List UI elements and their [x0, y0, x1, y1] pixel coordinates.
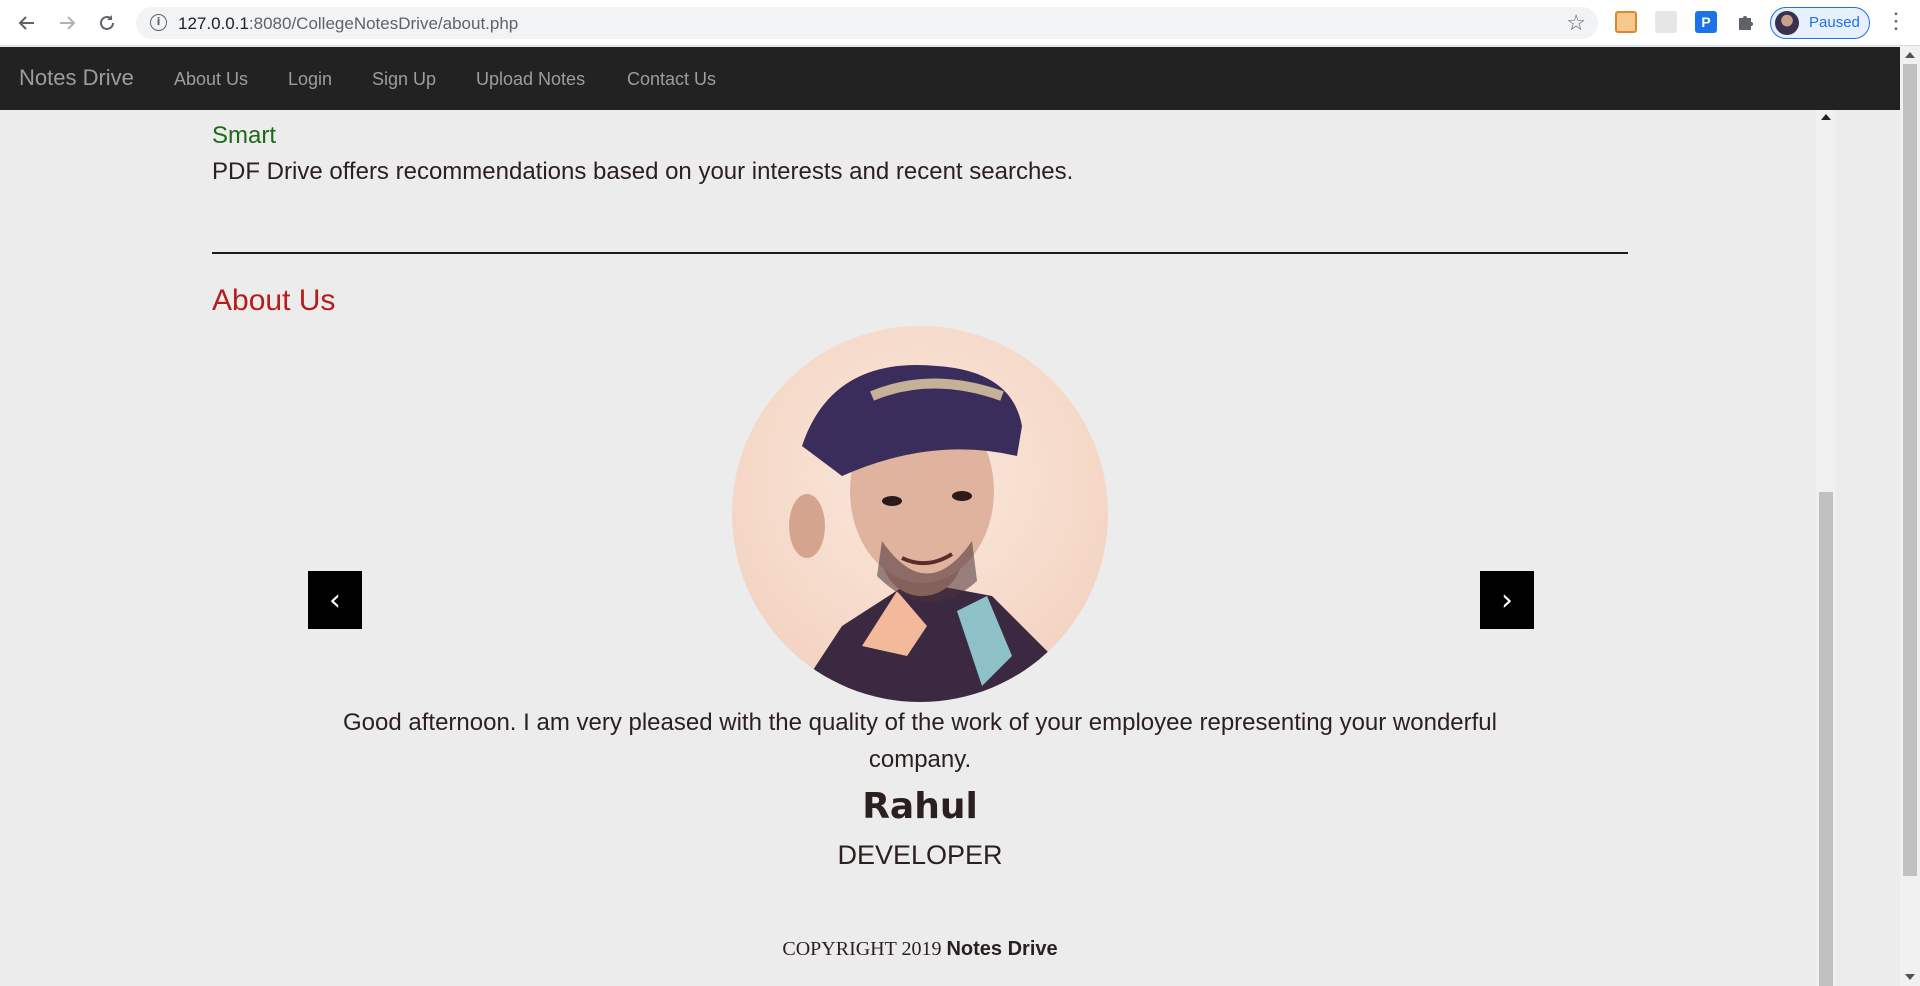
footer-copyright: COPYRIGHT 2019 Notes Drive	[0, 938, 1840, 961]
page-content: Smart PDF Drive offers recommendations b…	[0, 110, 1900, 986]
avatar	[1775, 11, 1799, 35]
nav-sign-up[interactable]: Sign Up	[372, 69, 436, 90]
person-role: DEVELOPER	[837, 840, 1003, 870]
person-name: Rahul	[862, 786, 978, 827]
profile-label: Paused	[1809, 14, 1860, 31]
extension-icon-3[interactable]: P	[1695, 11, 1717, 33]
extension-icon-2[interactable]	[1655, 11, 1677, 33]
nav-login[interactable]: Login	[288, 69, 332, 90]
address-bar[interactable]: i 127.0.0.1:8080/CollegeNotesDrive/about…	[136, 7, 1598, 39]
reload-icon[interactable]	[92, 8, 122, 38]
copyright-brand: Notes Drive	[946, 938, 1058, 960]
feature-title-smart: Smart	[212, 122, 277, 149]
puzzle-icon[interactable]	[1735, 11, 1757, 33]
carousel-prev-button[interactable]: ‹	[308, 571, 362, 629]
profile-button[interactable]: Paused	[1770, 7, 1870, 39]
copyright-prefix: COPYRIGHT 2019	[782, 938, 942, 960]
site-navbar: Notes Drive About Us Login Sign Up Uploa…	[0, 47, 1900, 110]
scroll-up-arrow-icon[interactable]	[1821, 114, 1831, 120]
feature-description: PDF Drive offers recommendations based o…	[212, 158, 1074, 185]
window-scroll-down-icon[interactable]	[1905, 974, 1915, 980]
window-scrollbar-thumb[interactable]	[1903, 64, 1917, 876]
content-scrollbar[interactable]	[1816, 110, 1836, 986]
section-divider	[212, 252, 1628, 254]
window-scroll-up-icon[interactable]	[1905, 52, 1915, 58]
window-scrollbar[interactable]	[1900, 46, 1920, 986]
extension-icon-1[interactable]	[1615, 11, 1637, 33]
site-info-icon[interactable]: i	[150, 14, 167, 31]
about-us-heading: About Us	[212, 284, 336, 317]
scrollbar-thumb[interactable]	[1819, 492, 1833, 986]
back-icon[interactable]	[12, 8, 42, 38]
nav-contact-us[interactable]: Contact Us	[627, 69, 716, 90]
forward-icon[interactable]	[52, 8, 82, 38]
bookmark-star-icon[interactable]: ☆	[1566, 10, 1586, 36]
profile-photo	[732, 326, 1108, 702]
nav-upload-notes[interactable]: Upload Notes	[476, 69, 585, 90]
url-text: 127.0.0.1:8080/CollegeNotesDrive/about.p…	[178, 14, 519, 33]
brand-link[interactable]: Notes Drive	[19, 65, 134, 91]
testimonial-quote: Good afternoon. I am very pleased with t…	[343, 709, 1497, 773]
carousel-next-button[interactable]: ›	[1480, 571, 1534, 629]
browser-toolbar: i 127.0.0.1:8080/CollegeNotesDrive/about…	[0, 0, 1920, 46]
nav-about-us[interactable]: About Us	[174, 69, 248, 90]
menu-icon[interactable]: ⋮	[1885, 8, 1907, 34]
